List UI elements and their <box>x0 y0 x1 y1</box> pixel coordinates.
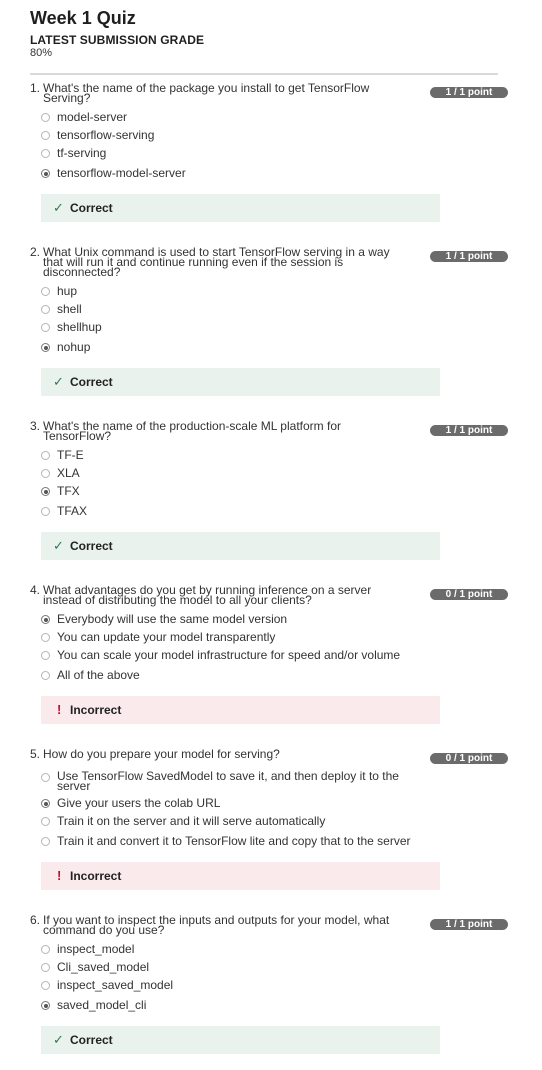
option-label: TFX <box>57 484 80 498</box>
option-label: TF-E <box>57 448 84 462</box>
radio-button-selected[interactable] <box>41 799 50 808</box>
question-text: How do you prepare your model for servin… <box>43 747 280 761</box>
radio-button[interactable] <box>41 633 50 642</box>
grade-value: 80% <box>30 47 53 59</box>
radio-button[interactable] <box>41 817 50 826</box>
radio-button[interactable] <box>41 131 50 140</box>
question-number: 4. <box>30 583 41 597</box>
radio-button[interactable] <box>41 671 50 680</box>
option-label: XLA <box>57 466 80 480</box>
radio-button[interactable] <box>41 507 50 516</box>
header-divider <box>30 73 498 75</box>
option-label: hup <box>57 284 78 298</box>
question-number: 1. <box>30 81 41 95</box>
option-label: model-server <box>57 110 128 124</box>
quiz-title: Week 1 Quiz <box>30 8 136 28</box>
question-text: What's the name of the package you insta… <box>43 81 370 105</box>
option-label: inspect_saved_model <box>57 978 174 992</box>
radio-button[interactable] <box>41 149 50 158</box>
option-label: inspect_model <box>57 942 135 956</box>
feedback-label: Incorrect <box>70 703 122 717</box>
option-label: You can scale your model infrastructure … <box>57 648 401 662</box>
question-number: 3. <box>30 419 41 433</box>
option-label: Train it on the server and it will serve… <box>57 814 326 828</box>
radio-button-selected[interactable] <box>41 487 50 496</box>
radio-button[interactable] <box>41 113 50 122</box>
option-label: All of the above <box>57 668 140 682</box>
radio-button-selected[interactable] <box>41 615 50 624</box>
option-label: TFAX <box>57 504 88 518</box>
option-label: nohup <box>57 340 91 354</box>
radio-button[interactable] <box>41 945 50 954</box>
option-label: Cli_saved_model <box>57 960 150 974</box>
feedback-label: Correct <box>70 1033 113 1047</box>
question-text: What Unix command is used to start Tenso… <box>43 245 390 279</box>
option-label: Train it and convert it to TensorFlow li… <box>57 834 411 848</box>
radio-button[interactable] <box>41 323 50 332</box>
grade-label: LATEST SUBMISSION GRADE <box>30 33 205 47</box>
radio-button[interactable] <box>41 981 50 990</box>
option-label: shell <box>57 302 82 316</box>
radio-button[interactable] <box>41 451 50 460</box>
feedback-correct: ✓ Correct <box>41 368 440 396</box>
radio-button[interactable] <box>41 963 50 972</box>
option-label: tf-serving <box>57 146 107 160</box>
check-icon: ✓ <box>53 538 64 553</box>
radio-button[interactable] <box>41 651 50 660</box>
points-badge: 1 / 1 point <box>430 919 508 930</box>
feedback-correct: ✓ Correct <box>41 532 440 560</box>
check-icon: ✓ <box>53 1032 64 1047</box>
points-badge: 1 / 1 point <box>430 251 508 262</box>
question-number: 6. <box>30 913 41 927</box>
option-label: saved_model_cli <box>57 998 147 1012</box>
radio-button[interactable] <box>41 305 50 314</box>
points-badge: 0 / 1 point <box>430 589 508 600</box>
feedback-label: Correct <box>70 375 113 389</box>
option-label: Use TensorFlow SavedModel to save it, an… <box>57 769 399 793</box>
check-icon: ✓ <box>53 374 64 389</box>
question-text: What advantages do you get by running in… <box>43 583 372 607</box>
feedback-label: Correct <box>70 539 113 553</box>
option-label: tensorflow-model-server <box>57 166 186 180</box>
feedback-correct: ✓ Correct <box>41 1026 440 1054</box>
option-label: shellhup <box>57 320 102 334</box>
option-label: Give your users the colab URL <box>57 796 221 810</box>
radio-button[interactable] <box>41 773 50 782</box>
radio-button[interactable] <box>41 837 50 846</box>
exclamation-icon: ! <box>57 702 62 717</box>
option-label: You can update your model transparently <box>57 630 276 644</box>
option-label: tensorflow-serving <box>57 128 155 142</box>
points-badge: 1 / 1 point <box>430 425 508 436</box>
feedback-label: Correct <box>70 201 113 215</box>
question-number: 5. <box>30 747 41 761</box>
question-text: What's the name of the production-scale … <box>43 419 341 443</box>
feedback-label: Incorrect <box>70 869 122 883</box>
radio-button[interactable] <box>41 287 50 296</box>
question-number: 2. <box>30 245 41 259</box>
radio-button-selected[interactable] <box>41 169 50 178</box>
radio-button-selected[interactable] <box>41 343 50 352</box>
points-badge: 1 / 1 point <box>430 87 508 98</box>
radio-button[interactable] <box>41 469 50 478</box>
question-text: If you want to inspect the inputs and ou… <box>43 913 390 937</box>
feedback-correct: ✓ Correct <box>41 194 440 222</box>
feedback-incorrect: ! Incorrect <box>41 862 440 890</box>
exclamation-icon: ! <box>57 868 62 883</box>
option-label: Everybody will use the same model versio… <box>57 612 288 626</box>
points-badge: 0 / 1 point <box>430 753 508 764</box>
check-icon: ✓ <box>53 200 64 215</box>
feedback-incorrect: ! Incorrect <box>41 696 440 724</box>
radio-button-selected[interactable] <box>41 1001 50 1010</box>
